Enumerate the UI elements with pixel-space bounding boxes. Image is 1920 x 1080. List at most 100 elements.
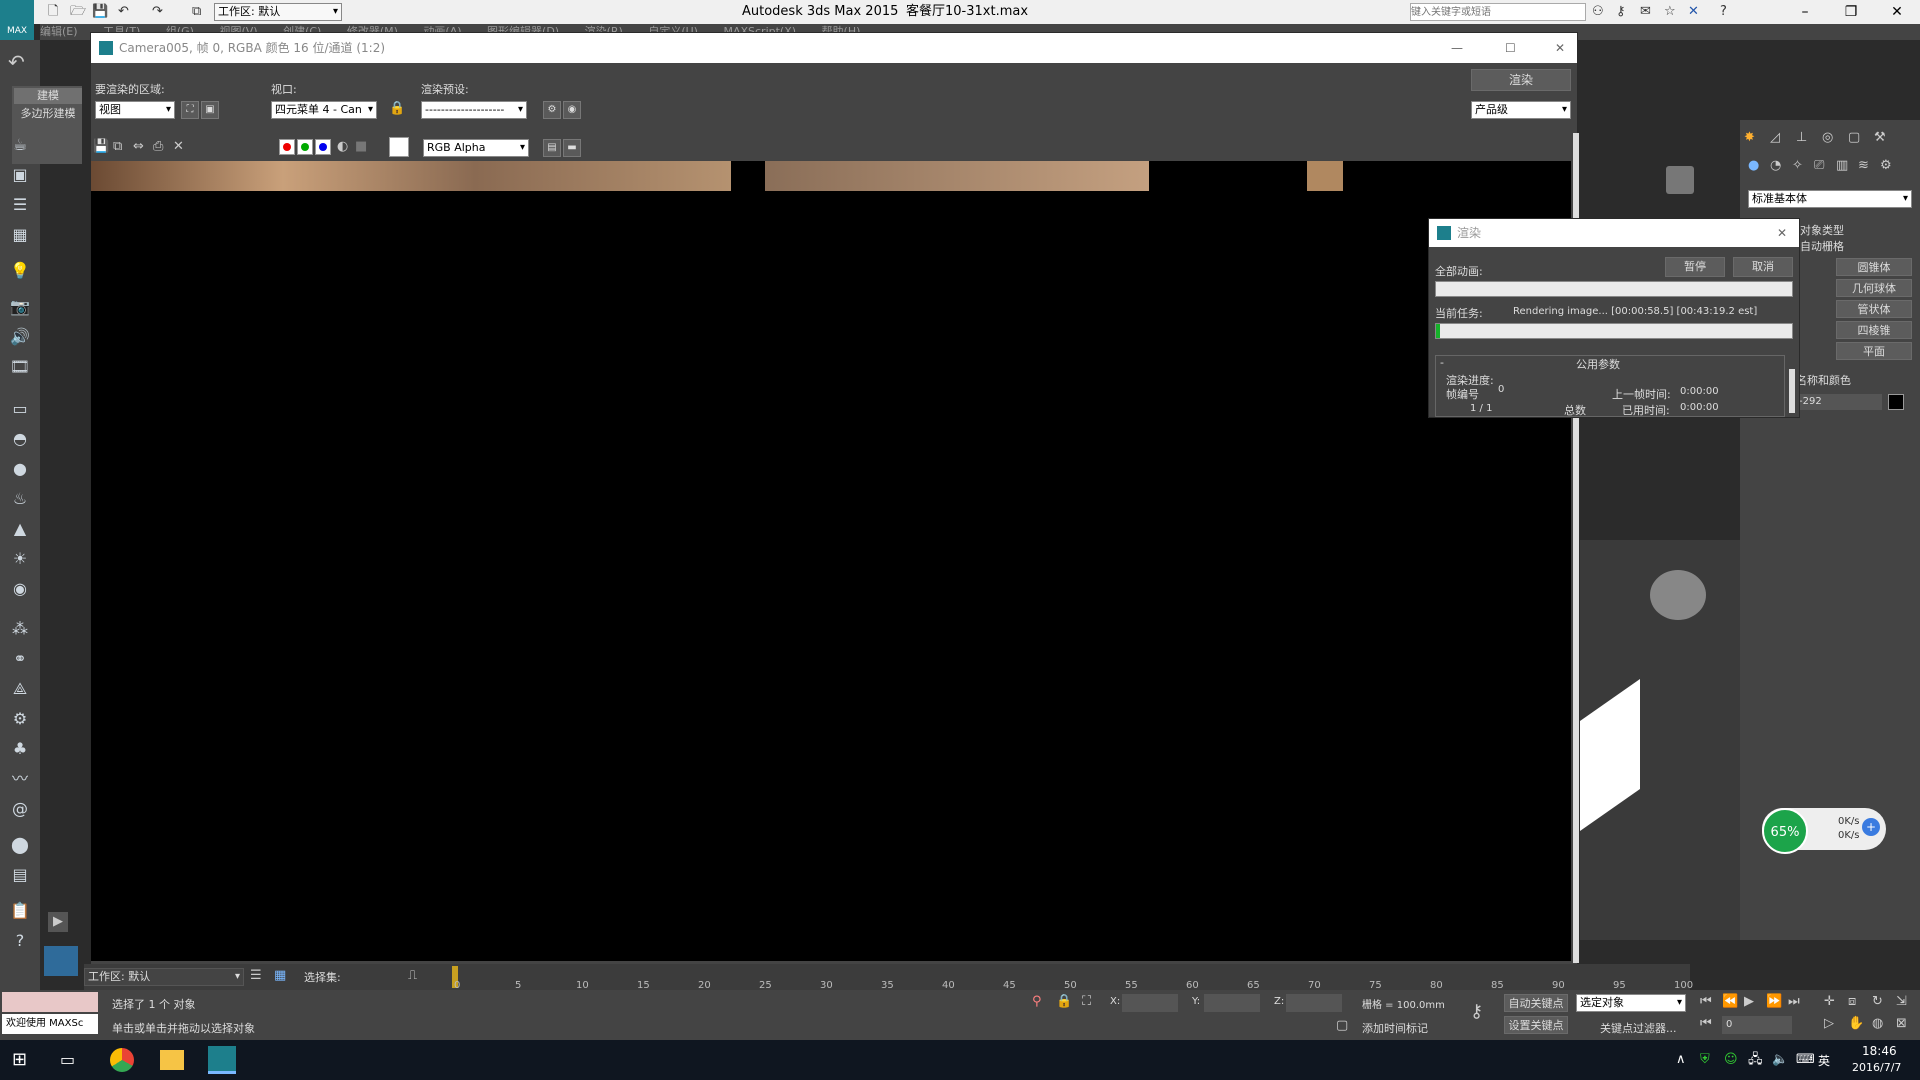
project-icon[interactable]: ⧉ [192,2,201,22]
orbit-icon[interactable]: ↻ [1872,992,1883,1012]
geometry-icon[interactable]: ● [1748,156,1759,176]
link-icon[interactable]: ⚭ [6,646,34,672]
channel-dropdown[interactable]: RGB Alpha [423,139,529,157]
menu-edit[interactable]: 编辑(E) [40,25,78,38]
object-color-swatch[interactable] [1888,394,1904,410]
tab-modeling[interactable]: 建模 [14,88,82,104]
quality-dropdown[interactable]: 产品级 [1471,101,1571,119]
area-dropdown[interactable]: 视图 [95,101,175,119]
pyramid-icon[interactable]: ⟁ [6,676,34,702]
grid-icon[interactable]: ⁂ [6,616,34,642]
rw-close-button[interactable]: ✕ [1555,33,1565,63]
wechat-tray-icon[interactable]: ☺ [1724,1050,1738,1070]
cone-icon[interactable]: ▲ [6,516,34,542]
rw-maximize-button[interactable]: ☐ [1505,33,1516,63]
key-icon[interactable]: ⚷ [1616,2,1626,22]
utilities-tab-icon[interactable]: ⚒ [1874,128,1886,148]
undo-icon[interactable]: ↶ [118,2,129,22]
field-of-view-icon[interactable]: ▷ [1824,1014,1834,1034]
file-explorer-icon[interactable] [160,1050,184,1070]
category-dropdown[interactable]: 标准基本体 [1748,190,1912,208]
open-file-icon[interactable]: 🗁 [70,2,86,22]
clone-window-icon[interactable]: ⇔ [133,137,144,157]
network-tray-icon[interactable]: 🖧 [1748,1050,1763,1070]
app-logo[interactable]: MAX [0,0,34,40]
x-coord-field[interactable] [1122,994,1178,1012]
clipboard-icon[interactable]: 📋 [6,898,34,924]
mono-toggle-icon[interactable]: ■ [355,137,367,157]
undo-icon[interactable]: ↶ [8,52,25,72]
boost-icon[interactable]: + [1862,818,1880,836]
gear-icon[interactable]: ⚙ [6,706,34,732]
help-circle-icon[interactable]: ? [6,928,34,954]
viewport-layout-button[interactable] [44,946,78,976]
lock-icon[interactable]: 🔒 [389,99,405,119]
timeline-slider[interactable]: 0 5 10 15 20 25 30 35 40 45 50 55 60 65 70 75 80 85 90 95 10… [450,964,1693,991]
auto-grid-checkbox[interactable]: 自动栅格 [1800,238,1844,254]
layers-icon[interactable]: ☰ [6,192,34,218]
object-name-field[interactable]: -292 [1796,394,1882,410]
isolate-icon[interactable]: ⚲ [1032,992,1042,1012]
maximize-viewport-icon[interactable]: ⇲ [1896,992,1907,1012]
alpha-toggle-icon[interactable]: ◐ [337,137,348,157]
y-coord-field[interactable] [1204,994,1260,1012]
light-icon[interactable]: 💡 [6,258,34,284]
3dsmax-taskbar-icon[interactable] [208,1046,236,1074]
sound-icon[interactable]: 🔊 [6,324,34,350]
maximize-button[interactable]: ❐ [1828,0,1874,24]
display-icon[interactable]: ▣ [6,162,34,188]
prev-frame-icon[interactable]: ⏪ [1722,992,1738,1012]
zoom-all-icon[interactable]: ⧈ [1848,992,1856,1012]
clock-date[interactable]: 2016/7/7 [1852,1061,1901,1074]
ime-indicator[interactable]: 英 [1818,1052,1830,1069]
play-small-icon[interactable]: ▶ [48,912,68,932]
pyramid-button[interactable]: 四棱锥 [1836,321,1912,339]
blue-channel-toggle[interactable] [315,139,331,155]
systems-icon[interactable]: ⚙ [1880,156,1892,176]
auto-region-icon[interactable]: ▣ [201,101,219,119]
keyboard-tray-icon[interactable]: ⌨ [1796,1050,1815,1070]
zoom-icon[interactable]: ✛ [1824,992,1835,1012]
close-button[interactable]: ✕ [1874,0,1920,24]
selected-object-dropdown[interactable]: 选定对象 [1576,994,1686,1012]
sun-icon[interactable]: ☀ [6,546,34,572]
key-mode-icon[interactable]: ⏮ [1700,1014,1712,1034]
geosphere-button[interactable]: 几何球体 [1836,279,1912,297]
film-icon[interactable]: 🎞 [6,354,34,380]
minimize-button[interactable]: – [1782,0,1828,24]
volume-tray-icon[interactable]: 🔈 [1772,1050,1788,1070]
bottom-workspace-dropdown[interactable]: 工作区: 默认 [84,968,244,986]
red-channel-toggle[interactable] [279,139,295,155]
rollout-header[interactable]: 公用参数 [1576,356,1620,372]
set-key-button[interactable]: 设置关键点 [1504,1016,1568,1034]
walk-icon[interactable]: ◍ [1872,1014,1883,1034]
cone-button[interactable]: 圆锥体 [1836,258,1912,276]
background-viewport[interactable] [1580,540,1740,940]
green-channel-toggle[interactable] [297,139,313,155]
tab-poly-modeling[interactable]: 多边形建模 [14,106,82,122]
task-view-icon[interactable]: ▭ [60,1050,75,1070]
helpers-icon[interactable]: ▥ [1836,156,1848,176]
dome-icon[interactable]: ◓ [6,426,34,452]
background-color-swatch[interactable] [389,137,409,157]
plane-button[interactable]: 平面 [1836,342,1912,360]
render-button[interactable]: 渲染 [1471,69,1571,91]
memory-percent[interactable]: 65% [1762,808,1808,854]
maxtoggle-icon[interactable]: ⊠ [1896,1014,1907,1034]
windows-start-icon[interactable]: ⊞ [12,1050,27,1070]
maxscript-listener[interactable] [2,992,98,1012]
hair-icon[interactable]: 〰 [6,766,34,792]
pan-icon[interactable]: ✋ [1848,1014,1864,1034]
favorites-icon[interactable]: ☆ [1664,2,1676,22]
frame-buffer-icon[interactable]: ▤ [543,139,561,157]
key-filters-button[interactable]: 关键点过滤器... [1600,1020,1677,1036]
plant-icon[interactable]: ♣ [6,736,34,762]
transform-mode-icon[interactable]: ⛶ [1082,992,1091,1012]
redo-icon[interactable]: ↷ [152,2,163,22]
viewport-dropdown[interactable]: 四元菜单 4 - Can [271,101,377,119]
go-start-icon[interactable]: ⏮ [1700,992,1712,1012]
tube-button[interactable]: 管状体 [1836,300,1912,318]
clear-icon[interactable]: ✕ [173,137,184,157]
curve-editor-icon[interactable]: ⎍ [408,966,417,986]
hierarchy-tab-icon[interactable]: ⊥ [1796,128,1807,148]
